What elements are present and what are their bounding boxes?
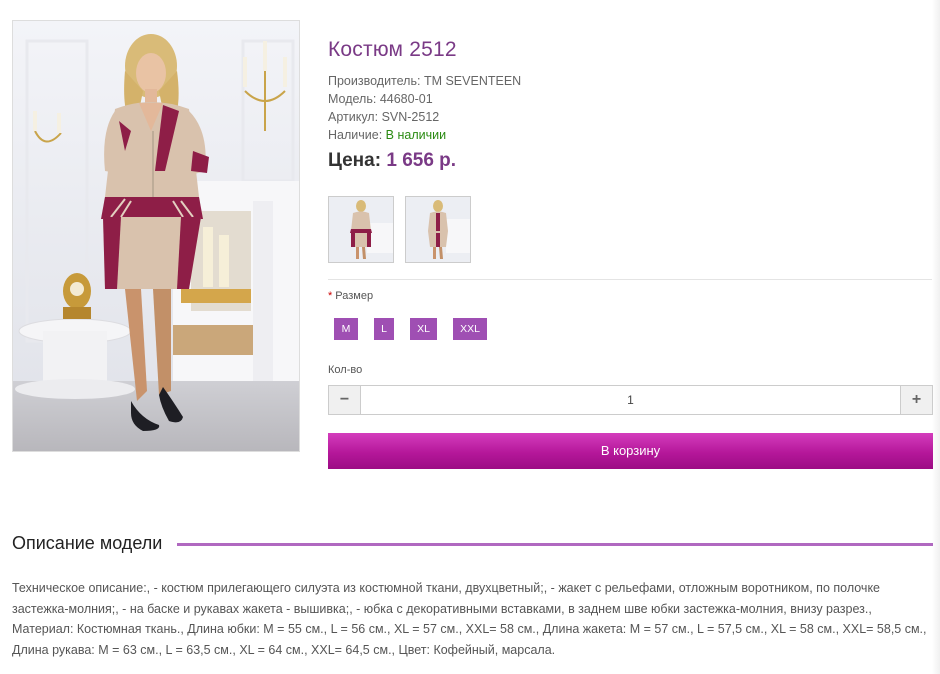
sku-label: Артикул: bbox=[328, 110, 379, 124]
price-label: Цена: bbox=[328, 150, 382, 171]
size-label-text: Размер bbox=[335, 290, 374, 302]
quantity-increase-button[interactable]: + bbox=[900, 386, 932, 414]
product-thumbnail[interactable] bbox=[328, 196, 394, 263]
product-title: Костюм 2512 bbox=[328, 38, 457, 61]
stock-label: Наличие: bbox=[328, 128, 383, 142]
size-option-m[interactable]: M bbox=[334, 318, 358, 340]
description-heading: Описание модели bbox=[12, 533, 163, 553]
size-option-xl[interactable]: XL bbox=[410, 318, 437, 340]
thumbnail-image bbox=[329, 197, 393, 262]
manufacturer-label: Производитель: bbox=[328, 74, 421, 88]
description-heading-rule bbox=[177, 543, 933, 546]
page-edge-shadow bbox=[932, 0, 940, 674]
quantity-input[interactable]: 1 bbox=[361, 386, 900, 414]
quantity-stepper: − 1 + bbox=[328, 385, 933, 415]
size-option-xxl[interactable]: XXL bbox=[453, 318, 487, 340]
options-divider bbox=[328, 279, 932, 280]
size-option-l[interactable]: L bbox=[374, 318, 394, 340]
product-meta: Производитель: TM SEVENTEEN Модель: 4468… bbox=[328, 72, 521, 144]
product-thumbnail[interactable] bbox=[405, 196, 471, 263]
model-value: 44680-01 bbox=[379, 92, 433, 106]
quantity-decrease-button[interactable]: − bbox=[329, 386, 361, 414]
size-label: * Размер bbox=[328, 290, 373, 302]
manufacturer-row: Производитель: TM SEVENTEEN bbox=[328, 72, 521, 90]
sku-value: SVN-2512 bbox=[381, 110, 440, 124]
model-label: Модель: bbox=[328, 92, 377, 106]
product-main-image[interactable] bbox=[12, 20, 300, 452]
price-value: 1 656 р. bbox=[386, 150, 457, 171]
add-to-cart-button[interactable]: В корзину bbox=[328, 433, 933, 469]
sku-row: Артикул: SVN-2512 bbox=[328, 108, 521, 126]
stock-row: Наличие: В наличии bbox=[328, 126, 521, 144]
quantity-label: Кол-во bbox=[328, 364, 363, 376]
model-photo-illustration bbox=[13, 21, 299, 451]
description-text: Техническое описание:, - костюм прилегаю… bbox=[12, 581, 927, 657]
required-mark: * bbox=[328, 290, 333, 302]
price: Цена: 1 656 р. bbox=[328, 150, 456, 172]
thumbnail-image bbox=[406, 197, 470, 262]
manufacturer-link[interactable]: TM SEVENTEEN bbox=[424, 74, 521, 88]
model-row: Модель: 44680-01 bbox=[328, 90, 521, 108]
stock-status: В наличии bbox=[385, 128, 447, 142]
